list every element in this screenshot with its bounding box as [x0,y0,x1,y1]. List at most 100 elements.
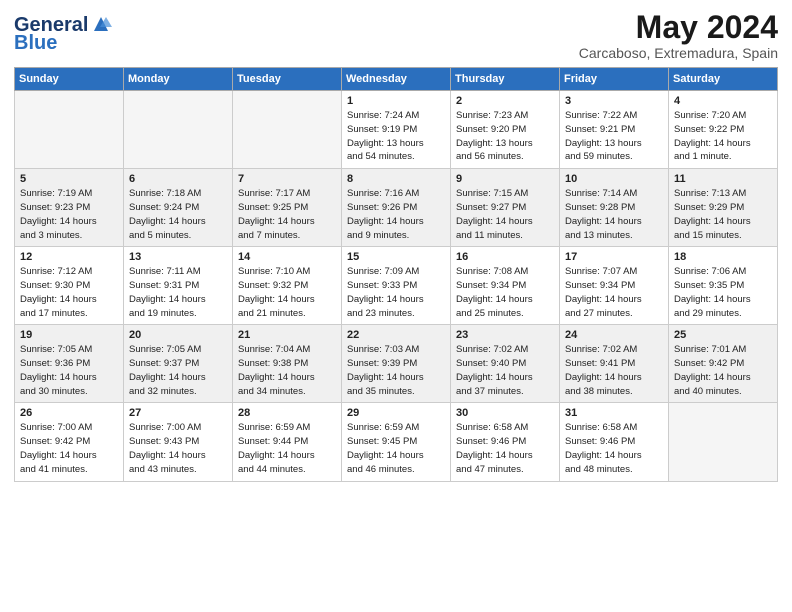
calendar-week-3: 12 Sunrise: 7:12 AMSunset: 9:30 PMDayligh… [15,247,778,325]
location-subtitle: Carcaboso, Extremadura, Spain [579,45,778,61]
logo-icon [90,13,112,35]
day-number: 5 [20,173,118,185]
calendar-cell: 30Sunrise: 6:58 AMSunset: 9:46 PMDayligh… [451,403,560,481]
day-number: 31 [565,407,663,419]
day-number: 23 [456,329,554,341]
day-header-thursday: Thursday [451,68,560,91]
day-info: Sunrise: 7:20 AMSunset: 9:22 PMDaylight:… [674,109,772,164]
day-number: 18 [674,251,772,263]
day-number: 4 [674,95,772,107]
day-info: Sunrise: 7:00 AMSunset: 9:43 PMDaylight:… [129,421,227,476]
calendar-week-2: 5Sunrise: 7:19 AMSunset: 9:23 PMDaylight… [15,169,778,247]
day-header-wednesday: Wednesday [342,68,451,91]
calendar-cell: 21 Sunrise: 7:04 AMSunset: 9:38 PMDayligh… [233,325,342,403]
calendar-cell: 1 Sunrise: 7:24 AMSunset: 9:19 PMDaylight… [342,91,451,169]
day-number: 17 [565,251,663,263]
day-info: Sunrise: 7:00 AMSunset: 9:42 PMDaylight:… [20,421,118,476]
day-number: 30 [456,407,554,419]
calendar-cell: 2Sunrise: 7:23 AMSunset: 9:20 PMDaylight… [451,91,560,169]
day-number: 9 [456,173,554,185]
day-info: Sunrise: 7:16 AMSunset: 9:26 PMDaylight:… [347,187,445,242]
day-number: 16 [456,251,554,263]
day-info: Sunrise: 7:02 AMSunset: 9:41 PMDaylight:… [565,343,663,398]
day-info: Sunrise: 6:59 AMSunset: 9:45 PMDaylight:… [347,421,445,476]
day-info: Sunrise: 7:05 AMSunset: 9:36 PMDaylight:… [20,343,118,398]
day-number: 26 [20,407,118,419]
day-number: 6 [129,173,227,185]
day-info: Sunrise: 7:13 AMSunset: 9:29 PMDaylight:… [674,187,772,242]
calendar-cell: 28Sunrise: 6:59 AMSunset: 9:44 PMDayligh… [233,403,342,481]
day-header-monday: Monday [124,68,233,91]
title-area: May 2024 Carcaboso, Extremadura, Spain [579,10,778,61]
calendar-cell: 29 Sunrise: 6:59 AMSunset: 9:45 PMDayligh… [342,403,451,481]
day-number: 3 [565,95,663,107]
day-header-row: SundayMondayTuesdayWednesdayThursdayFrid… [15,68,778,91]
calendar-cell: 4 Sunrise: 7:20 AMSunset: 9:22 PMDaylight… [669,91,778,169]
day-number: 19 [20,329,118,341]
day-info: Sunrise: 7:06 AMSunset: 9:35 PMDaylight:… [674,265,772,320]
calendar-cell: 19 Sunrise: 7:05 AMSunset: 9:36 PMDayligh… [15,325,124,403]
logo-blue-text: Blue [14,32,57,54]
logo: General Blue [14,14,112,54]
day-number: 20 [129,329,227,341]
day-info: Sunrise: 7:22 AMSunset: 9:21 PMDaylight:… [565,109,663,164]
day-header-sunday: Sunday [15,68,124,91]
calendar-cell: 23 Sunrise: 7:02 AMSunset: 9:40 PMDayligh… [451,325,560,403]
calendar-cell: 5Sunrise: 7:19 AMSunset: 9:23 PMDaylight… [15,169,124,247]
day-info: Sunrise: 7:12 AMSunset: 9:30 PMDaylight:… [20,265,118,320]
calendar-cell: 26 Sunrise: 7:00 AMSunset: 9:42 PMDayligh… [15,403,124,481]
day-number: 10 [565,173,663,185]
calendar-cell: 15Sunrise: 7:09 AMSunset: 9:33 PMDayligh… [342,247,451,325]
day-number: 11 [674,173,772,185]
calendar-cell: 18 Sunrise: 7:06 AMSunset: 9:35 PMDayligh… [669,247,778,325]
calendar-cell: 27Sunrise: 7:00 AMSunset: 9:43 PMDayligh… [124,403,233,481]
calendar-cell: 13 Sunrise: 7:11 AMSunset: 9:31 PMDayligh… [124,247,233,325]
day-info: Sunrise: 7:10 AMSunset: 9:32 PMDaylight:… [238,265,336,320]
calendar-cell: 31Sunrise: 6:58 AMSunset: 9:46 PMDayligh… [560,403,669,481]
day-number: 21 [238,329,336,341]
day-number: 28 [238,407,336,419]
day-number: 7 [238,173,336,185]
calendar-week-5: 26 Sunrise: 7:00 AMSunset: 9:42 PMDayligh… [15,403,778,481]
calendar-cell: 25 Sunrise: 7:01 AMSunset: 9:42 PMDayligh… [669,325,778,403]
day-number: 12 [20,251,118,263]
day-info: Sunrise: 7:17 AMSunset: 9:25 PMDaylight:… [238,187,336,242]
month-title: May 2024 [579,10,778,45]
day-info: Sunrise: 7:18 AMSunset: 9:24 PMDaylight:… [129,187,227,242]
day-number: 15 [347,251,445,263]
day-number: 8 [347,173,445,185]
day-number: 13 [129,251,227,263]
day-info: Sunrise: 7:15 AMSunset: 9:27 PMDaylight:… [456,187,554,242]
calendar-cell [15,91,124,169]
calendar-week-1: 1 Sunrise: 7:24 AMSunset: 9:19 PMDaylight… [15,91,778,169]
day-info: Sunrise: 7:02 AMSunset: 9:40 PMDaylight:… [456,343,554,398]
page-container: General Blue May 2024 Carcaboso, Extrema… [0,0,792,492]
calendar-cell: 6 Sunrise: 7:18 AMSunset: 9:24 PMDaylight… [124,169,233,247]
day-number: 29 [347,407,445,419]
calendar-cell [124,91,233,169]
day-number: 25 [674,329,772,341]
calendar-cell: 3 Sunrise: 7:22 AMSunset: 9:21 PMDaylight… [560,91,669,169]
day-info: Sunrise: 7:03 AMSunset: 9:39 PMDaylight:… [347,343,445,398]
day-info: Sunrise: 7:14 AMSunset: 9:28 PMDaylight:… [565,187,663,242]
day-number: 2 [456,95,554,107]
day-number: 22 [347,329,445,341]
calendar-week-4: 19 Sunrise: 7:05 AMSunset: 9:36 PMDayligh… [15,325,778,403]
header: General Blue May 2024 Carcaboso, Extrema… [14,10,778,61]
day-info: Sunrise: 7:24 AMSunset: 9:19 PMDaylight:… [347,109,445,164]
day-info: Sunrise: 7:01 AMSunset: 9:42 PMDaylight:… [674,343,772,398]
day-number: 1 [347,95,445,107]
calendar-cell: 8 Sunrise: 7:16 AMSunset: 9:26 PMDaylight… [342,169,451,247]
calendar-cell: 16Sunrise: 7:08 AMSunset: 9:34 PMDayligh… [451,247,560,325]
day-header-tuesday: Tuesday [233,68,342,91]
day-info: Sunrise: 7:04 AMSunset: 9:38 PMDaylight:… [238,343,336,398]
calendar-cell: 12 Sunrise: 7:12 AMSunset: 9:30 PMDayligh… [15,247,124,325]
day-info: Sunrise: 7:07 AMSunset: 9:34 PMDaylight:… [565,265,663,320]
day-number: 24 [565,329,663,341]
calendar-cell [669,403,778,481]
day-info: Sunrise: 7:11 AMSunset: 9:31 PMDaylight:… [129,265,227,320]
calendar-table: SundayMondayTuesdayWednesdayThursdayFrid… [14,67,778,481]
day-header-saturday: Saturday [669,68,778,91]
day-info: Sunrise: 7:05 AMSunset: 9:37 PMDaylight:… [129,343,227,398]
calendar-cell: 22 Sunrise: 7:03 AMSunset: 9:39 PMDayligh… [342,325,451,403]
